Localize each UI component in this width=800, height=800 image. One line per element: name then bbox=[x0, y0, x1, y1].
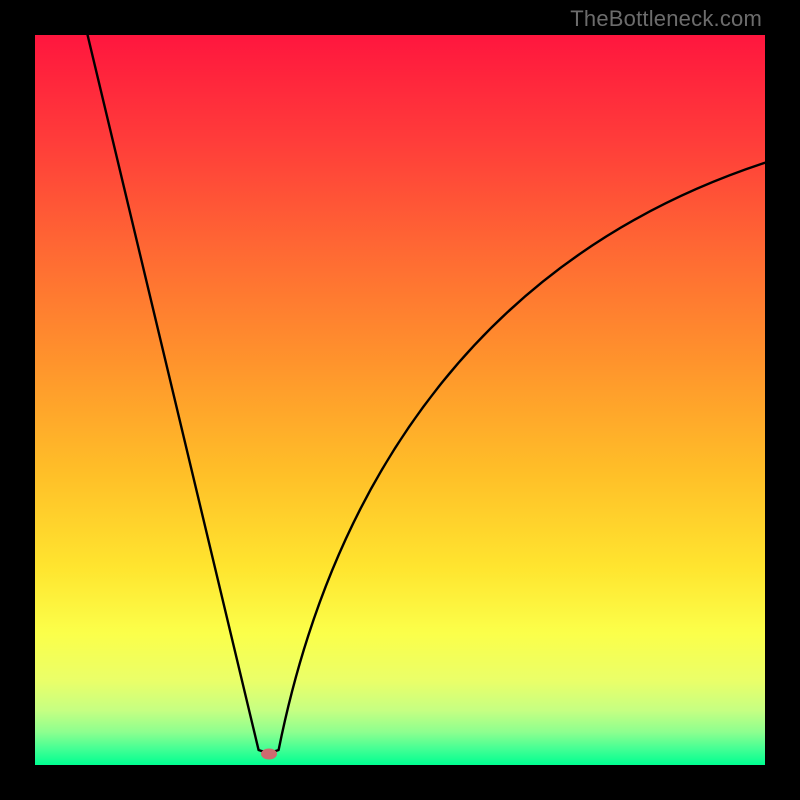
curve-path bbox=[88, 35, 765, 752]
chart-frame: TheBottleneck.com bbox=[0, 0, 800, 800]
optimal-point-marker bbox=[261, 749, 277, 760]
plot-area bbox=[35, 35, 765, 765]
bottleneck-curve bbox=[35, 35, 765, 765]
watermark-label: TheBottleneck.com bbox=[570, 6, 762, 32]
